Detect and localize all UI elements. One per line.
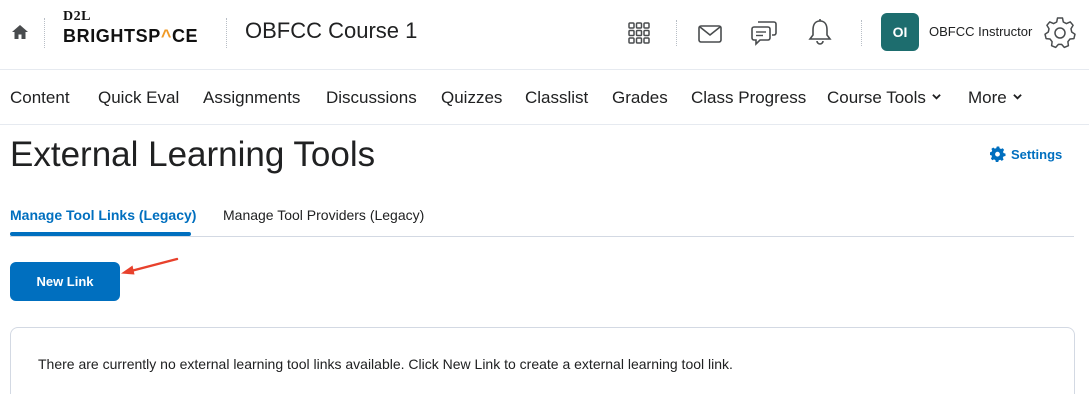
tab-manage-tool-links[interactable]: Manage Tool Links (Legacy) xyxy=(10,207,196,223)
bell-icon[interactable] xyxy=(806,18,834,46)
chat-icon[interactable] xyxy=(750,18,778,46)
divider xyxy=(861,20,862,46)
annotation-arrow xyxy=(121,257,179,275)
chevron-down-icon xyxy=(932,94,941,100)
brightspace-logo[interactable]: D2L BRIGHTSP^CE xyxy=(63,9,198,47)
nav-item-class-progress[interactable]: Class Progress xyxy=(691,88,806,108)
nav-item-grades[interactable]: Grades xyxy=(612,88,668,108)
active-tab-indicator xyxy=(10,232,191,236)
nav-item-discussions[interactable]: Discussions xyxy=(326,88,417,108)
nav-item-quick-eval[interactable]: Quick Eval xyxy=(98,88,179,108)
nav-item-assignments[interactable]: Assignments xyxy=(203,88,300,108)
tab-manage-tool-providers[interactable]: Manage Tool Providers (Legacy) xyxy=(223,207,424,223)
settings-label: Settings xyxy=(1011,146,1063,162)
logo-bottom-text: BRIGHTSP^CE xyxy=(63,26,199,46)
mail-icon[interactable] xyxy=(697,21,723,47)
waffle-icon[interactable] xyxy=(626,20,652,46)
empty-state-panel: There are currently no external learning… xyxy=(10,327,1075,394)
chevron-down-icon xyxy=(1012,94,1022,100)
top-header: D2L BRIGHTSP^CE OBFCC Course 1 OI OBFCC … xyxy=(0,0,1089,70)
nav-item-label: More xyxy=(968,88,1007,107)
nav-item-quizzes[interactable]: Quizzes xyxy=(441,88,502,108)
nav-item-classlist[interactable]: Classlist xyxy=(525,88,588,108)
empty-state-message: There are currently no external learning… xyxy=(38,356,733,372)
gear-icon[interactable] xyxy=(1043,15,1077,49)
new-link-button[interactable]: New Link xyxy=(10,262,120,301)
tab-list: Manage Tool Links (Legacy) Manage Tool P… xyxy=(10,195,1074,237)
nav-item-more[interactable]: More xyxy=(968,88,1022,108)
divider xyxy=(676,20,677,46)
home-icon[interactable] xyxy=(10,22,30,42)
gear-icon xyxy=(990,146,1006,162)
nav-item-label: Course Tools xyxy=(827,88,926,107)
nav-item-content[interactable]: Content xyxy=(10,88,70,108)
settings-link[interactable]: Settings xyxy=(990,146,1062,162)
course-navbar: Content Quick Eval Assignments Discussio… xyxy=(0,71,1089,125)
user-name[interactable]: OBFCC Instructor xyxy=(929,24,1032,39)
course-title[interactable]: OBFCC Course 1 xyxy=(245,18,417,44)
divider xyxy=(44,18,45,48)
nav-item-course-tools[interactable]: Course Tools xyxy=(827,88,941,108)
page-title: External Learning Tools xyxy=(10,135,376,174)
avatar[interactable]: OI xyxy=(881,13,919,51)
divider xyxy=(226,18,227,48)
logo-top-text: D2L xyxy=(63,9,91,24)
